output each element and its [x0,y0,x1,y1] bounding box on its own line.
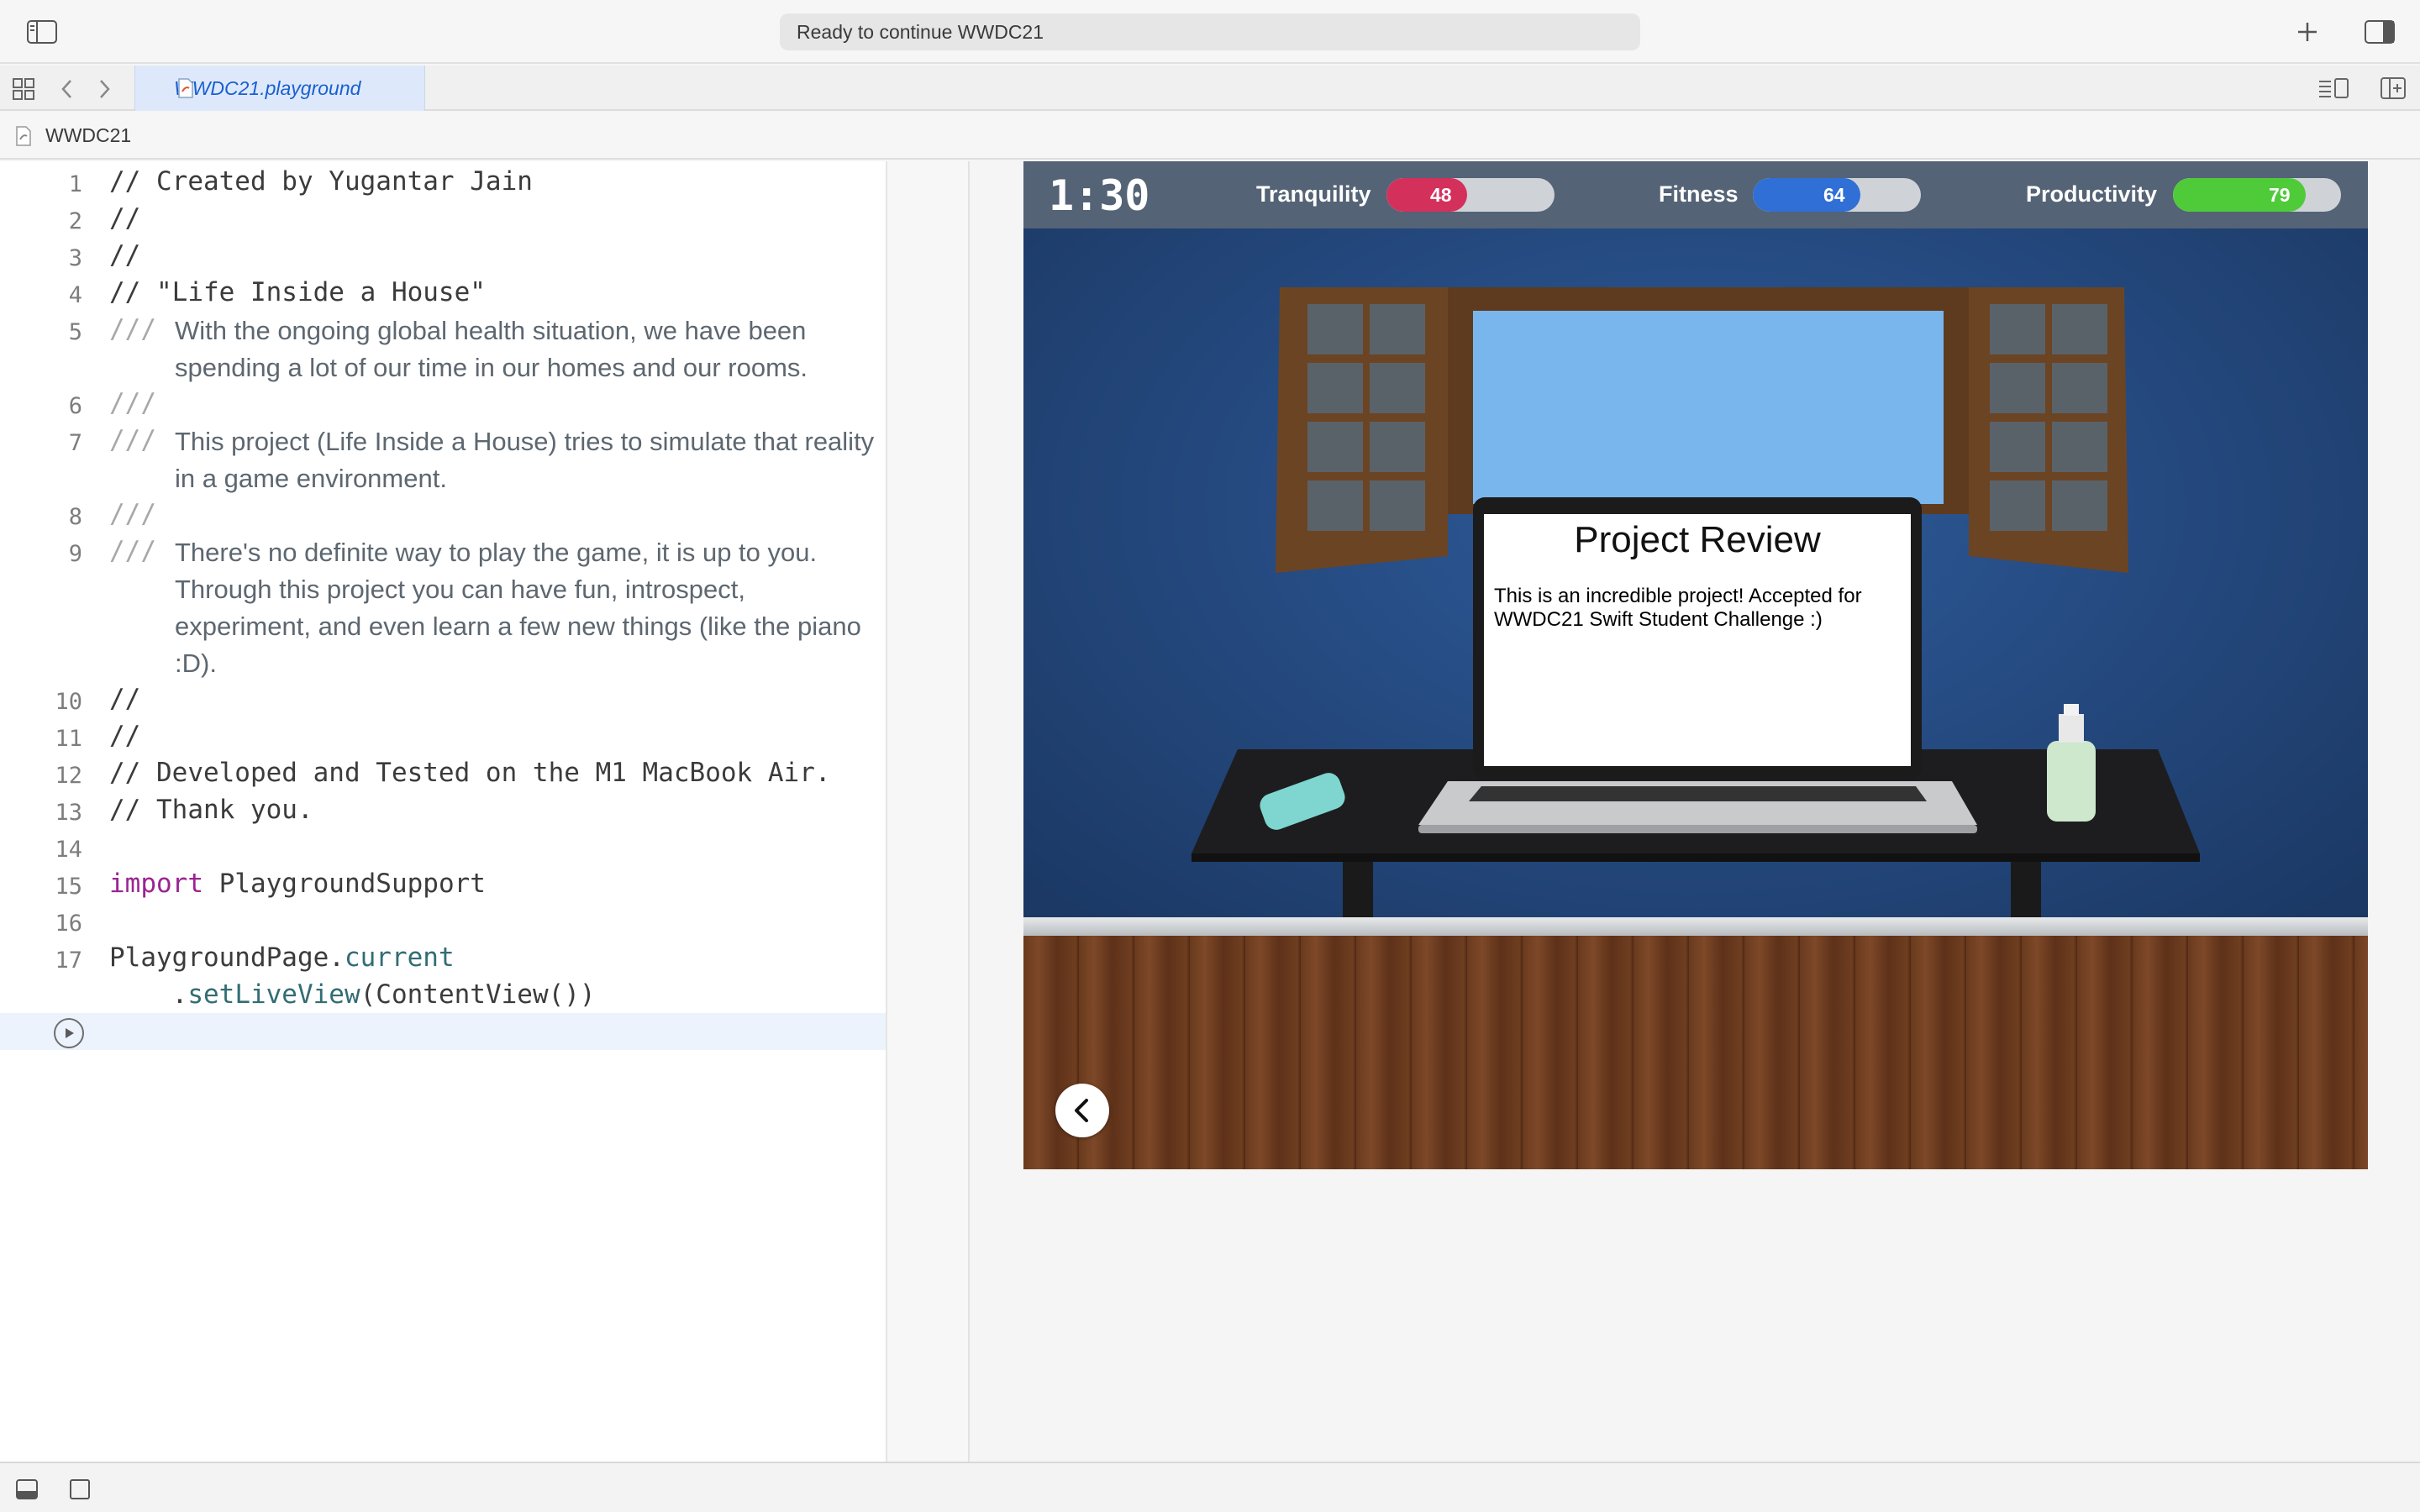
playground-file-icon [16,126,31,146]
baseboard [1023,917,2368,936]
code-text: // "Life Inside a House" [109,277,486,307]
tab-bar: WWDC21.playground [0,66,2420,111]
productivity-value: 79 [2269,184,2291,206]
console-toggle-icon[interactable] [15,1478,39,1504]
tranquility-bar-fill [1386,178,1467,212]
debug-area-icon[interactable] [69,1478,91,1504]
add-editor-icon[interactable] [2380,76,2407,104]
code-text: // Thank you. [109,795,313,825]
line-number: 5 [68,319,82,345]
line-number: 3 [68,245,82,271]
source-editor[interactable]: 1 // Created by Yugantar Jain 2 // 3 // … [0,161,886,1462]
tranquility-value: 48 [1430,184,1452,206]
line-number: 13 [55,800,82,826]
code-text: // [109,240,141,270]
line-number: 10 [55,689,82,715]
hud-bar: 1:30 Tranquility 48 Fitness 64 Productiv… [1023,161,2368,228]
laptop-screen: Project Review This is an incredible pro… [1484,514,1911,766]
line-number: 2 [68,208,82,234]
tab-label: WWDC21.playground [174,76,361,99]
stat-label-tranquility: Tranquility [1256,181,1371,207]
type-name: PlaygroundPage. [109,942,345,973]
tab-wwdc21-playground[interactable]: WWDC21.playground [134,66,425,111]
line-number: 12 [55,763,82,789]
inspector-toggle-icon[interactable] [2363,15,2396,49]
activity-status: Ready to continue WWDC21 [780,13,1640,50]
doc-marker: /// [109,425,156,455]
grid-icon[interactable] [12,77,35,105]
doc-marker: /// [109,388,156,418]
fitness-value: 64 [1823,184,1845,206]
module-name: PlaygroundSupport [203,869,486,899]
line-number: 17 [55,948,82,974]
line-number: 15 [55,874,82,900]
line-number: 14 [55,837,82,863]
code-text: PlaygroundPage.current [109,942,455,973]
line-number: 9 [68,541,82,567]
breadcrumb[interactable]: WWDC21 [45,124,131,147]
call-args: (ContentView()) [360,979,596,1010]
line-number: 7 [68,430,82,456]
line-number: 1 [68,171,82,197]
productivity-bar: 79 [2173,178,2341,212]
chevron-left-icon [1075,1099,1088,1122]
code-text: // [109,721,141,751]
wooden-floor [1023,936,2368,1169]
doc-marker: /// [109,314,156,344]
game-timer: 1:30 [1049,171,1150,220]
back-button[interactable] [1055,1084,1109,1137]
line-number: 11 [55,726,82,752]
code-text: // Created by Yugantar Jain [109,166,533,197]
editor-options-icon[interactable] [2317,76,2349,104]
member-current: current [344,942,455,973]
fitness-bar: 64 [1753,178,1921,212]
sidebar-toggle-icon[interactable] [25,15,59,49]
live-view[interactable]: Project Review This is an incredible pro… [1023,161,2368,1169]
code-text: import PlaygroundSupport [109,869,486,899]
stat-label-productivity: Productivity [2026,181,2158,207]
chevron-left-icon[interactable] [59,77,76,105]
doc-text: This project (Life Inside a House) tries… [175,427,875,493]
code-text: // [109,684,141,714]
jump-bar: WWDC21 [0,113,2420,160]
line-number: 16 [55,911,82,937]
play-icon [66,1028,74,1038]
chevron-right-icon[interactable] [96,77,113,105]
line-number: 4 [68,282,82,308]
doc-marker: /// [109,499,156,529]
tranquility-bar: 48 [1386,178,1555,212]
doc-marker: /// [109,536,156,566]
dot-prefix: . [109,979,188,1010]
results-sidebar [887,161,970,1462]
current-line-highlight [0,1013,886,1050]
plus-icon[interactable] [2291,15,2324,49]
doc-text: With the ongoing global health situation… [175,316,808,382]
stat-label-fitness: Fitness [1659,181,1739,207]
code-text: .setLiveView(ContentView()) [109,979,596,1010]
bottom-bar [0,1462,2420,1512]
code-text: // Developed and Tested on the M1 MacBoo… [109,758,831,788]
playground-file-icon [178,78,193,98]
title-bar: Ready to continue WWDC21 [0,0,2420,64]
review-message: This is an incredible project! Accepted … [1494,585,1862,631]
method-setliveview: setLiveView [187,979,360,1010]
line-number: 6 [68,393,82,419]
doc-text: There's no definite way to play the game… [175,538,861,678]
review-title: Project Review [1574,519,1821,560]
code-text: // [109,203,141,234]
keyword-import: import [109,869,203,899]
line-number: 8 [68,504,82,530]
run-button[interactable] [54,1018,84,1048]
